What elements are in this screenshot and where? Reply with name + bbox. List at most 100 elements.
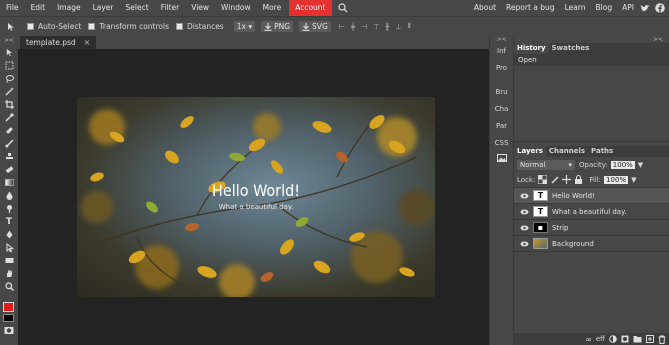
marquee-tool-icon[interactable] <box>0 59 18 72</box>
search-icon[interactable] <box>338 3 349 14</box>
menu-view[interactable]: View <box>185 0 215 16</box>
eye-icon[interactable] <box>518 209 530 215</box>
lock-pixels-icon[interactable] <box>550 175 559 184</box>
image-panel-icon[interactable] <box>490 153 513 167</box>
pen-tool-icon[interactable] <box>0 228 18 241</box>
link-api[interactable]: API <box>617 0 639 16</box>
tab-channels[interactable]: Channels <box>546 146 588 157</box>
align-bottom-icon[interactable]: ⊥ <box>396 23 402 31</box>
menu-account[interactable]: Account <box>289 0 332 16</box>
new-layer-icon[interactable] <box>646 335 654 343</box>
mask-icon[interactable] <box>621 335 629 343</box>
crop-tool-icon[interactable] <box>0 98 18 111</box>
layer-row[interactable]: T Hello World! <box>514 188 669 204</box>
layer-row[interactable]: T What a beautiful day. <box>514 204 669 220</box>
background-color-swatch[interactable] <box>3 314 14 322</box>
twitter-icon[interactable] <box>639 3 650 14</box>
facebook-icon[interactable] <box>654 3 665 14</box>
eye-icon[interactable] <box>518 193 530 199</box>
mini-tab-properties[interactable]: Pro <box>490 61 513 75</box>
lock-transparency-icon[interactable] <box>538 175 548 184</box>
fill-input[interactable]: 100% <box>604 175 629 184</box>
magic-wand-tool-icon[interactable] <box>0 85 18 98</box>
blend-mode-select[interactable]: Normal ▾ <box>517 159 575 170</box>
blur-tool-icon[interactable] <box>0 189 18 202</box>
menu-window[interactable]: Window <box>215 0 257 16</box>
eye-icon[interactable] <box>518 241 530 247</box>
align-left-icon[interactable]: ⊢ <box>339 23 345 31</box>
panel-collapse-icon[interactable]: >< <box>514 36 669 43</box>
menu-select[interactable]: Select <box>120 0 155 16</box>
distances-checkbox[interactable]: Distances <box>176 22 224 31</box>
transform-controls-checkbox[interactable]: Transform controls <box>88 22 169 31</box>
path-select-tool-icon[interactable] <box>0 241 18 254</box>
dodge-tool-icon[interactable] <box>0 202 18 215</box>
gradient-tool-icon[interactable] <box>0 176 18 189</box>
menu-layer[interactable]: Layer <box>87 0 120 16</box>
history-entry[interactable]: Open <box>514 54 669 66</box>
align-top-icon[interactable]: ⊤ <box>373 23 379 31</box>
link-blog[interactable]: Blog <box>591 0 618 16</box>
opacity-dropdown-icon[interactable]: ▼ <box>638 161 643 169</box>
layer-row[interactable]: Background <box>514 236 669 252</box>
eyedropper-tool-icon[interactable] <box>0 111 18 124</box>
link-about[interactable]: About <box>469 0 501 16</box>
brush-tool-icon[interactable] <box>0 137 18 150</box>
align-center-icon[interactable]: ╪ <box>351 23 355 31</box>
quick-mask-icon[interactable] <box>0 324 18 337</box>
adjustment-layer-icon[interactable] <box>609 335 617 343</box>
document-canvas[interactable]: Hello World! What a beautiful day. <box>77 97 435 297</box>
link-layers-icon[interactable]: ∞ <box>585 335 592 344</box>
tab-swatches[interactable]: Swatches <box>549 43 593 54</box>
zoom-tool-icon[interactable] <box>0 280 18 293</box>
checkbox-box[interactable] <box>27 23 34 30</box>
document-tab[interactable]: template.psd × <box>20 36 97 49</box>
effects-icon[interactable]: eff <box>596 335 605 343</box>
move-tool-icon[interactable] <box>0 46 18 59</box>
hand-tool-icon[interactable] <box>0 267 18 280</box>
menu-filter[interactable]: Filter <box>155 0 186 16</box>
delete-layer-icon[interactable] <box>658 335 666 344</box>
mini-tab-paragraph[interactable]: Par <box>490 119 513 133</box>
export-svg-button[interactable]: SVG <box>299 21 331 32</box>
tab-paths[interactable]: Paths <box>588 146 616 157</box>
clone-stamp-tool-icon[interactable] <box>0 150 18 163</box>
checkbox-box[interactable] <box>176 23 184 30</box>
checkbox-box[interactable] <box>88 23 96 30</box>
align-right-icon[interactable]: ⊣ <box>361 23 367 31</box>
menu-file[interactable]: File <box>0 0 25 16</box>
distribute-icon[interactable]: ⫴ <box>408 22 411 31</box>
eraser-tool-icon[interactable] <box>0 163 18 176</box>
auto-select-checkbox[interactable]: Auto-Select <box>27 22 81 31</box>
foreground-color-swatch[interactable] <box>3 302 14 312</box>
link-report-bug[interactable]: Report a bug <box>501 0 560 16</box>
mini-tab-info[interactable]: Inf <box>490 44 513 58</box>
fill-dropdown-icon[interactable]: ▼ <box>631 176 636 184</box>
lock-position-icon[interactable] <box>562 175 572 184</box>
tab-history[interactable]: History <box>514 43 549 54</box>
menu-edit[interactable]: Edit <box>25 0 52 16</box>
type-tool-icon[interactable]: T <box>0 215 18 228</box>
opacity-input[interactable]: 100% <box>610 160 635 169</box>
link-learn[interactable]: Learn <box>560 0 591 16</box>
rectangle-tool-icon[interactable] <box>0 254 18 267</box>
align-middle-icon[interactable]: ╫ <box>385 23 389 31</box>
healing-brush-tool-icon[interactable] <box>0 124 18 137</box>
tab-layers[interactable]: Layers <box>514 146 546 157</box>
eye-icon[interactable] <box>518 225 530 231</box>
lock-all-icon[interactable] <box>574 175 583 184</box>
scale-select[interactable]: 1x ▾ <box>233 21 256 32</box>
menu-more[interactable]: More <box>257 0 288 16</box>
toolbar-collapse-icon[interactable]: >< <box>0 36 18 46</box>
mini-tab-brush[interactable]: Bru <box>490 85 513 99</box>
layer-row[interactable]: ▪ Strip <box>514 220 669 236</box>
panel-collapse-icon[interactable]: >< <box>490 36 513 44</box>
close-icon[interactable]: × <box>84 38 91 47</box>
mini-tab-css[interactable]: CSS <box>490 136 513 150</box>
lasso-tool-icon[interactable] <box>0 72 18 85</box>
new-folder-icon[interactable] <box>633 335 642 343</box>
menu-image[interactable]: Image <box>51 0 87 16</box>
mini-panel-column: >< Inf Pro Bru Cha Par CSS <box>489 36 513 345</box>
mini-tab-character[interactable]: Cha <box>490 102 513 116</box>
export-png-button[interactable]: PNG <box>261 21 294 32</box>
